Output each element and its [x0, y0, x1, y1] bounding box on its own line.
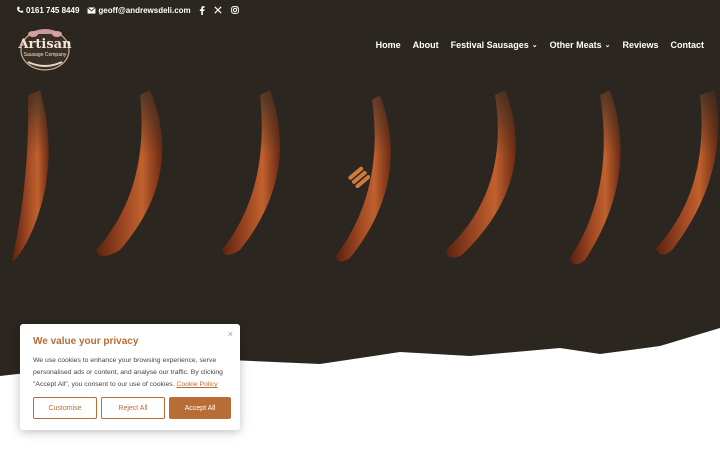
- facebook-icon: [199, 5, 205, 15]
- facebook-link[interactable]: [199, 5, 207, 15]
- reject-all-button[interactable]: Reject All: [101, 397, 165, 419]
- nav-reviews[interactable]: Reviews: [622, 40, 658, 50]
- nav-reviews-label: Reviews: [622, 40, 659, 50]
- logo-text: Artisan Sausage Company: [18, 38, 72, 59]
- nav-contact-label: Contact: [670, 40, 705, 50]
- top-bar: 0161 745 8449 geoff@andrewsdeli.com: [0, 0, 720, 20]
- nav-other-meats-label: Other Meats: [549, 40, 602, 50]
- cookie-policy-link[interactable]: Cookie Policy: [177, 381, 218, 388]
- grill-sausage-icon: [348, 166, 370, 188]
- cookie-body: We use cookies to enhance your browsing …: [33, 355, 227, 391]
- phone-number: 0161 745 8449: [26, 5, 80, 15]
- nav-home[interactable]: Home: [376, 40, 401, 50]
- site-header: Artisan Sausage Company Home About Festi…: [0, 20, 720, 80]
- cookie-title: We value your privacy: [33, 336, 139, 347]
- nav-other-meats[interactable]: Other Meats ⌄: [550, 40, 611, 50]
- instagram-link[interactable]: [230, 6, 241, 14]
- nav-home-label: Home: [375, 40, 401, 50]
- phone-icon: [17, 6, 24, 13]
- logo-line-2: Sausage Company: [23, 52, 67, 58]
- instagram-icon: [230, 6, 239, 14]
- nav-about-label: About: [412, 40, 439, 50]
- chevron-down-icon: ⌄: [604, 42, 611, 49]
- x-link[interactable]: [214, 6, 224, 14]
- email-contact[interactable]: geoff@andrewsdeli.com: [87, 5, 191, 15]
- cookie-consent-dialog: × We value your privacy We use cookies t…: [20, 324, 240, 430]
- accept-all-button[interactable]: Accept All: [169, 397, 231, 419]
- nav-contact[interactable]: Contact: [671, 40, 705, 50]
- main-nav: Home About Festival Sausages ⌄ Other Mea…: [364, 40, 704, 50]
- logo-line-1: Artisan: [18, 37, 72, 52]
- customise-button[interactable]: Customise: [33, 397, 97, 419]
- x-icon: [214, 6, 222, 14]
- nav-about[interactable]: About: [413, 40, 439, 50]
- nav-festival-sausages-label: Festival Sausages: [450, 40, 529, 50]
- site-logo[interactable]: Artisan Sausage Company: [18, 24, 72, 72]
- chevron-down-icon: ⌄: [531, 42, 538, 49]
- email-address: geoff@andrewsdeli.com: [98, 5, 191, 15]
- email-icon: [87, 6, 97, 14]
- close-icon[interactable]: ×: [228, 329, 233, 339]
- cookie-buttons: Customise Reject All Accept All: [33, 397, 231, 419]
- nav-festival-sausages[interactable]: Festival Sausages ⌄: [451, 40, 538, 50]
- phone-contact[interactable]: 0161 745 8449: [16, 6, 79, 15]
